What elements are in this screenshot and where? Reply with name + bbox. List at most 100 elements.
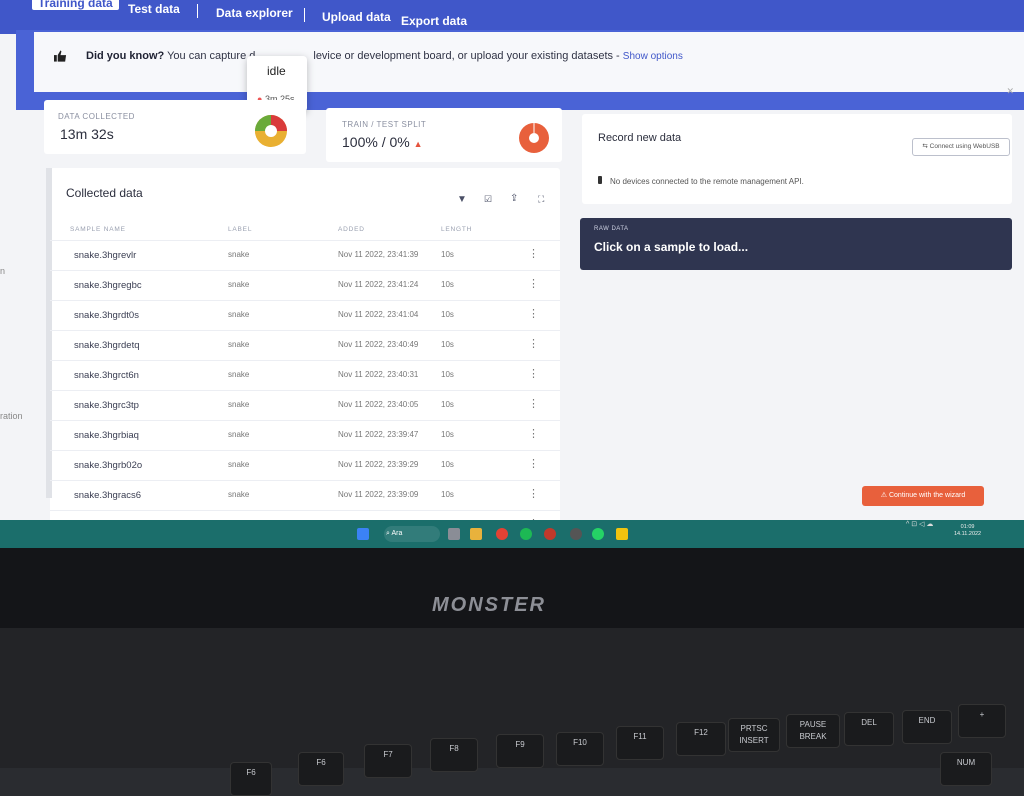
- whatsapp-icon[interactable]: [592, 528, 604, 540]
- sample-length: 10s: [441, 280, 454, 289]
- keyboard-key[interactable]: F7: [364, 744, 412, 778]
- row-menu-icon[interactable]: ⋮: [528, 247, 539, 260]
- table-row[interactable]: snake.3hgrbiaq snake Nov 11 2022, 23:39:47…: [50, 420, 560, 451]
- row-menu-icon[interactable]: ⋮: [528, 397, 539, 410]
- tray-icons[interactable]: ^ ⊡ ◁ ☁: [906, 520, 933, 528]
- sample-length: 10s: [441, 460, 454, 469]
- table-row[interactable]: snake.3hgrb02o snake Nov 11 2022, 23:39:29…: [50, 450, 560, 481]
- split-card: TRAIN / TEST SPLIT 100% / 0% ▲: [326, 108, 562, 162]
- sample-label: snake: [228, 400, 250, 409]
- sample-length: 10s: [441, 430, 454, 439]
- tab-data-explorer[interactable]: Data explorer: [216, 6, 293, 20]
- keyboard-key[interactable]: F10: [556, 732, 604, 766]
- warning-triangle-icon: ▲: [413, 139, 423, 149]
- keyboard-key[interactable]: F6: [230, 762, 272, 796]
- sample-label: snake: [228, 460, 250, 469]
- sample-name: snake.3hgrdt0s: [74, 310, 139, 321]
- record-card: Record new data No devices connected to …: [582, 114, 1012, 204]
- data-collected-card: DATA COLLECTED 13m 32s: [44, 100, 306, 154]
- col-sample-name: SAMPLE NAME: [70, 226, 126, 233]
- chrome-icon[interactable]: [496, 528, 508, 540]
- row-menu-icon[interactable]: ⋮: [528, 427, 539, 440]
- tip-title: Did you know?: [86, 50, 165, 62]
- clock[interactable]: 01:09 14.11.2022: [954, 524, 981, 538]
- keyboard-key[interactable]: PAUSE BREAK: [786, 714, 840, 748]
- clock-time: 01:09: [960, 524, 975, 530]
- col-length: LENGTH: [441, 226, 473, 233]
- collected-data-title: Collected data: [66, 186, 143, 200]
- data-collected-label: DATA COLLECTED: [58, 112, 135, 121]
- keyboard-key[interactable]: NUM: [940, 752, 992, 786]
- sample-length: 10s: [441, 490, 454, 499]
- keyboard-key[interactable]: F6: [298, 752, 344, 786]
- tip-banner: Did you know? You can capture d levice or…: [34, 32, 1024, 96]
- opera-icon[interactable]: [544, 528, 556, 540]
- split-value: 100% / 0% ▲: [342, 134, 423, 150]
- tab-upload-data[interactable]: Upload data: [322, 10, 391, 24]
- keyboard-key[interactable]: PRTSC INSERT: [728, 718, 780, 752]
- file-explorer-icon[interactable]: [470, 528, 482, 540]
- sample-label: snake: [228, 250, 250, 259]
- sample-name: snake.3hgrb02o: [74, 460, 143, 471]
- select-icon[interactable]: ☑: [484, 194, 492, 205]
- sample-added: Nov 11 2022, 23:41:24: [338, 280, 419, 289]
- table-row[interactable]: snake.3hgrevlr snake Nov 11 2022, 23:41:39…: [50, 240, 560, 271]
- table-row[interactable]: snake.3hgregbc snake Nov 11 2022, 23:41:24…: [50, 270, 560, 301]
- table-row[interactable]: snake.3hgrdt0s snake Nov 11 2022, 23:41:04…: [50, 300, 560, 331]
- wizard-icon: ⚠: [880, 492, 889, 499]
- tab-test-data[interactable]: Test data: [128, 2, 180, 16]
- task-view-icon[interactable]: [448, 528, 460, 540]
- sample-added: Nov 11 2022, 23:41:39: [338, 250, 419, 259]
- row-menu-icon[interactable]: ⋮: [528, 277, 539, 290]
- sample-name: snake.3hgrevlr: [74, 250, 137, 261]
- keyboard-key[interactable]: F8: [430, 738, 478, 772]
- keyboard-key[interactable]: +: [958, 704, 1006, 738]
- sidebar-fragment: n: [0, 266, 6, 276]
- sample-name: snake.3hgrct6n: [74, 370, 139, 381]
- sticky-notes-icon[interactable]: [616, 528, 628, 540]
- table-row[interactable]: snake.3hgracs6 snake Nov 11 2022, 23:39:09…: [50, 480, 560, 511]
- thumbs-up-icon: [54, 50, 67, 62]
- connect-webusb-button[interactable]: ⇆ Connect using WebUSB: [912, 138, 1010, 156]
- row-menu-icon[interactable]: ⋮: [528, 337, 539, 350]
- keyboard-key[interactable]: DEL: [844, 712, 894, 746]
- sample-label: snake: [228, 280, 250, 289]
- table-row[interactable]: snake.3hgrct6n snake Nov 11 2022, 23:40:31…: [50, 360, 560, 391]
- expand-icon[interactable]: ⛶: [538, 194, 544, 205]
- sample-label: snake: [228, 430, 250, 439]
- tab-export-data[interactable]: Export data: [401, 14, 467, 28]
- github-icon[interactable]: [570, 528, 582, 540]
- row-menu-icon[interactable]: ⋮: [528, 307, 539, 320]
- nav-divider: [304, 8, 305, 22]
- row-menu-icon[interactable]: ⋮: [528, 487, 539, 500]
- keyboard-key[interactable]: F11: [616, 726, 664, 760]
- sample-added: Nov 11 2022, 23:39:09: [338, 490, 419, 499]
- table-row[interactable]: snake.3hgrc3tp snake Nov 11 2022, 23:40:05…: [50, 390, 560, 421]
- spotify-icon[interactable]: [520, 528, 532, 540]
- upload-icon[interactable]: ⇪: [510, 193, 518, 204]
- nav-divider: [197, 4, 198, 18]
- record-title: Record new data: [598, 132, 682, 144]
- data-collected-value: 13m 32s: [60, 126, 114, 142]
- no-devices-label: No devices connected to the remote manag…: [610, 177, 804, 186]
- keyboard-key[interactable]: F9: [496, 734, 544, 768]
- row-menu-icon[interactable]: ⋮: [528, 367, 539, 380]
- raw-data-label: RAW DATA: [594, 226, 629, 232]
- table-header: SAMPLE NAME LABEL ADDED LENGTH: [50, 222, 560, 240]
- table-row[interactable]: snake.3hgrdetq snake Nov 11 2022, 23:40:49…: [50, 330, 560, 361]
- show-options-link[interactable]: Show options: [623, 51, 683, 62]
- taskbar-search-label: Ara: [391, 530, 403, 537]
- clock-date: 14.11.2022: [954, 531, 982, 537]
- taskbar-search[interactable]: ⌕ Ara: [384, 526, 440, 542]
- keyboard-key[interactable]: END: [902, 710, 952, 744]
- continue-wizard-button[interactable]: ⚠ Continue with the wizard: [862, 486, 984, 506]
- col-added: ADDED: [338, 226, 365, 233]
- keyboard-key[interactable]: F12: [676, 722, 726, 756]
- filter-icon[interactable]: ▼: [457, 194, 467, 205]
- windows-start-icon[interactable]: [357, 528, 369, 540]
- tab-training-data[interactable]: Training data: [32, 0, 119, 10]
- row-menu-icon[interactable]: ⋮: [528, 457, 539, 470]
- laptop-brand-logo: MONSTER: [432, 594, 546, 616]
- close-icon[interactable]: ✕: [1006, 86, 1014, 97]
- sample-length: 10s: [441, 340, 454, 349]
